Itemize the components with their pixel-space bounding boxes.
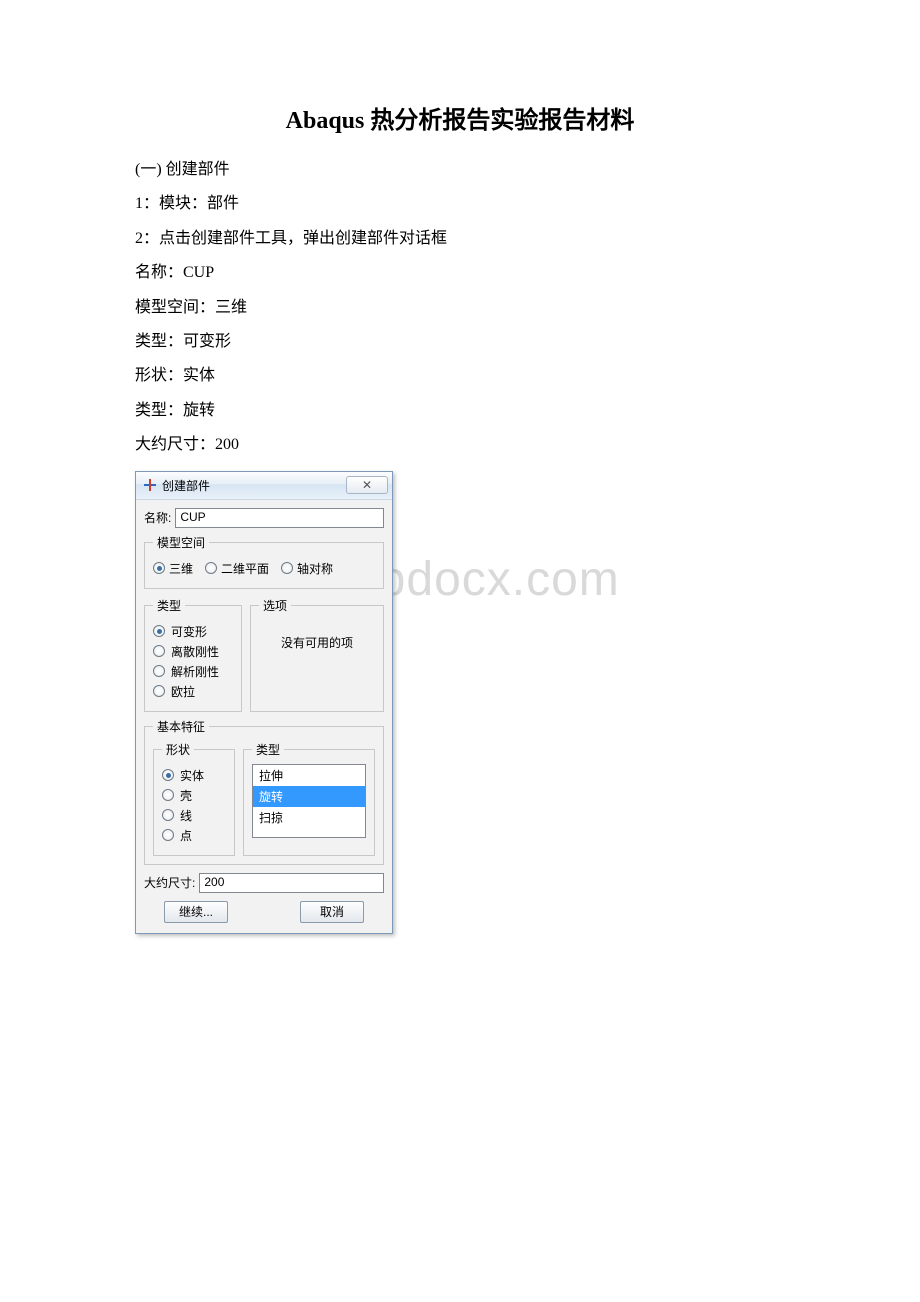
- radio-3d-label: 三维: [169, 560, 193, 577]
- options-note: 没有可用的项: [259, 620, 375, 661]
- approx-size-label: 大约尺寸:: [144, 874, 195, 891]
- cancel-button[interactable]: 取消: [300, 901, 364, 923]
- radio-3d[interactable]: [153, 562, 165, 574]
- list-item-revolve[interactable]: 旋转: [253, 786, 365, 807]
- radio-analytical-rigid[interactable]: [153, 665, 165, 677]
- radio-deformable-label: 可变形: [171, 623, 207, 640]
- radio-axisymmetric-label: 轴对称: [297, 560, 333, 577]
- subtype-group: 类型 拉伸 旋转 扫掠: [243, 741, 375, 856]
- radio-shell[interactable]: [162, 789, 174, 801]
- model-space-group: 模型空间 三维 二维平面 轴对称: [144, 534, 384, 589]
- param-approx-size: 大约尺寸：200: [135, 428, 785, 462]
- model-space-legend: 模型空间: [153, 534, 209, 551]
- shape-legend: 形状: [162, 741, 194, 758]
- radio-analytical-rigid-label: 解析刚性: [171, 663, 219, 680]
- name-row: 名称: CUP: [144, 508, 384, 528]
- options-legend: 选项: [259, 597, 291, 614]
- shape-group: 形状 实体 壳 线: [153, 741, 235, 856]
- type-group: 类型 可变形 离散刚性 解析刚性: [144, 597, 242, 712]
- subtype-listbox[interactable]: 拉伸 旋转 扫掠: [252, 764, 366, 838]
- param-subtype: 类型：旋转: [135, 394, 785, 428]
- radio-point[interactable]: [162, 829, 174, 841]
- type-legend: 类型: [153, 597, 185, 614]
- options-group: 选项 没有可用的项: [250, 597, 384, 712]
- app-icon: [142, 477, 158, 493]
- step-text: 2：点击创建部件工具，弹出创建部件对话框: [135, 222, 785, 256]
- approx-size-row: 大约尺寸: 200: [144, 873, 384, 893]
- radio-shell-label: 壳: [180, 787, 192, 804]
- radio-2d-planar[interactable]: [205, 562, 217, 574]
- radio-eulerian[interactable]: [153, 685, 165, 697]
- radio-solid-label: 实体: [180, 767, 204, 784]
- radio-solid[interactable]: [162, 769, 174, 781]
- radio-deformable[interactable]: [153, 625, 165, 637]
- base-feature-group: 基本特征 形状 实体 壳: [144, 718, 384, 865]
- subtype-legend: 类型: [252, 741, 284, 758]
- radio-discrete-rigid-label: 离散刚性: [171, 643, 219, 660]
- radio-axisymmetric[interactable]: [281, 562, 293, 574]
- base-feature-legend: 基本特征: [153, 718, 209, 735]
- radio-wire-label: 线: [180, 807, 192, 824]
- dialog-title: 创建部件: [162, 477, 346, 494]
- radio-point-label: 点: [180, 827, 192, 844]
- create-part-dialog: 创建部件 ✕ 名称: CUP 模型空间 三维 二维平面: [135, 471, 393, 934]
- list-item-sweep[interactable]: 扫掠: [253, 807, 365, 828]
- param-shape: 形状：实体: [135, 359, 785, 393]
- continue-button[interactable]: 继续...: [164, 901, 228, 923]
- radio-2d-planar-label: 二维平面: [221, 560, 269, 577]
- radio-wire[interactable]: [162, 809, 174, 821]
- section-heading: (一) 创建部件: [135, 153, 785, 187]
- close-button[interactable]: ✕: [346, 476, 388, 494]
- param-type: 类型：可变形: [135, 325, 785, 359]
- dialog-titlebar[interactable]: 创建部件 ✕: [136, 472, 392, 500]
- list-item-extrude[interactable]: 拉伸: [253, 765, 365, 786]
- approx-size-input[interactable]: 200: [199, 873, 384, 893]
- param-name: 名称：CUP: [135, 256, 785, 290]
- radio-eulerian-label: 欧拉: [171, 683, 195, 700]
- param-model-space: 模型空间：三维: [135, 291, 785, 325]
- name-label: 名称:: [144, 509, 171, 526]
- radio-discrete-rigid[interactable]: [153, 645, 165, 657]
- document-title: Abaqus 热分析报告实验报告材料: [135, 100, 785, 135]
- name-input[interactable]: CUP: [175, 508, 384, 528]
- step-text: 1：模块：部件: [135, 187, 785, 221]
